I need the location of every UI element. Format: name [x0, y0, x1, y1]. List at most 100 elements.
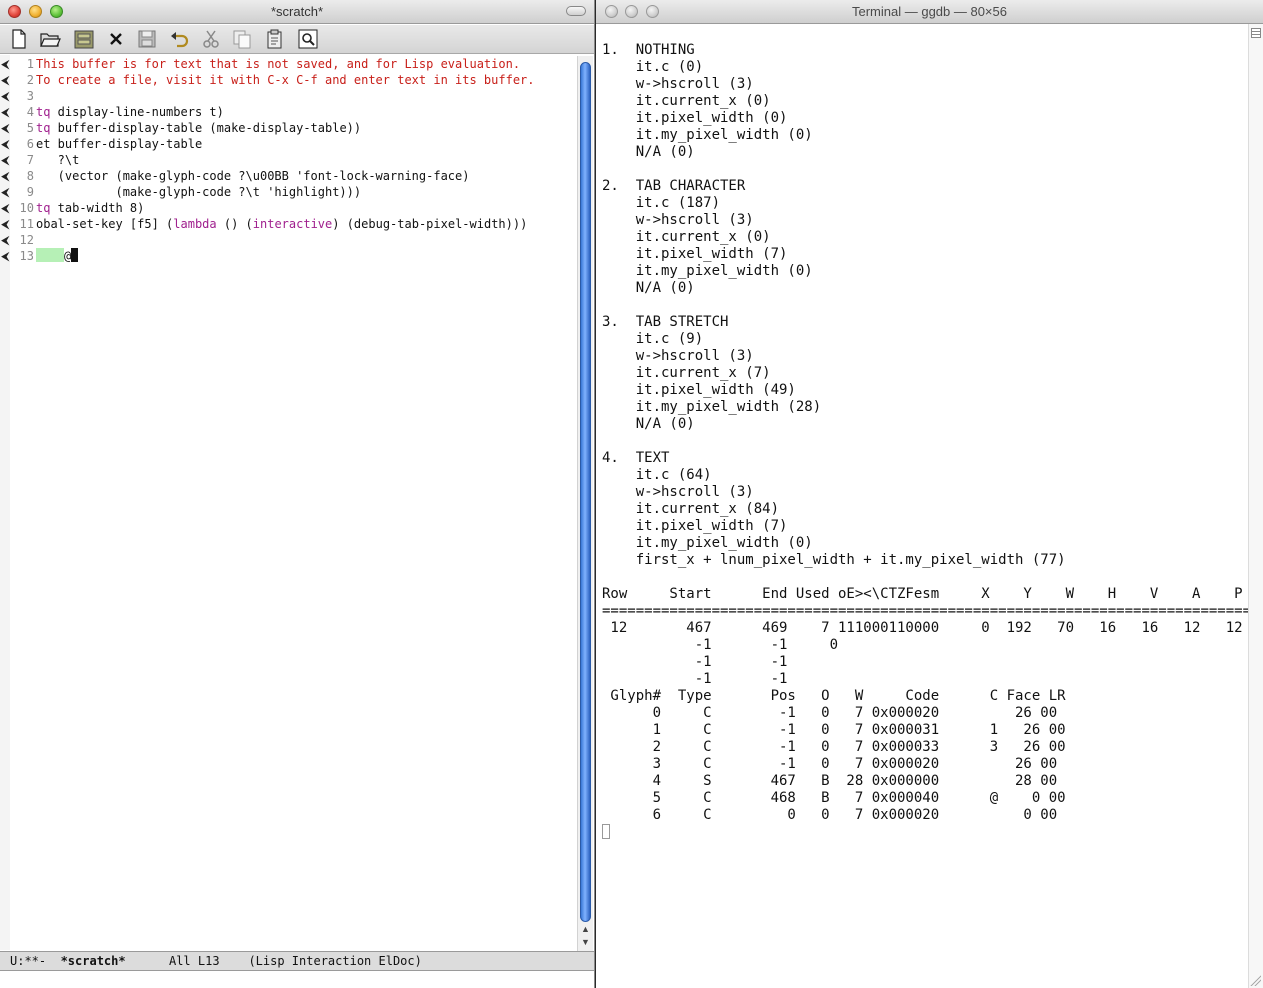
terminal-line: 2. TAB CHARACTER — [602, 178, 746, 194]
new-file-button[interactable] — [6, 27, 32, 51]
minibuffer[interactable] — [0, 972, 594, 988]
terminal-line: it.pixel_width (49) — [602, 382, 796, 398]
scroll-down-arrow-icon[interactable]: ▼ — [581, 937, 590, 947]
search-button[interactable] — [295, 27, 321, 51]
terminal-line: it.c (0) — [602, 59, 704, 75]
terminal-line: it.current_x (0) — [602, 93, 771, 109]
continuation-arrow-icon: ⮜ — [1, 137, 10, 151]
terminal-cursor — [602, 824, 610, 839]
buffer-line[interactable]: 4 tq display-line-numbers t) — [10, 104, 575, 120]
buffer-line[interactable]: 5 tq buffer-display-table (make-display-t… — [10, 120, 575, 136]
editor-buffer[interactable]: 1 This buffer is for text that is not sav… — [10, 56, 575, 948]
terminal-line: it.my_pixel_width (0) — [602, 263, 813, 279]
cut-icon — [203, 30, 219, 48]
open-file-button[interactable] — [37, 27, 63, 51]
terminal-prompt-line[interactable] — [602, 824, 1242, 841]
buffer-line[interactable]: 9 (make-glyph-code ?\t 'highlight))) — [10, 184, 575, 200]
buffer-line[interactable]: 8 (vector (make-glyph-code ?\u00BB 'font… — [10, 168, 575, 184]
terminal-line: first_x + lnum_pixel_width + it.my_pixel… — [602, 552, 1066, 568]
line-number: 8 — [26, 169, 34, 183]
terminal-line: N/A (0) — [602, 280, 695, 296]
terminal-line: it.pixel_width (7) — [602, 518, 788, 534]
scrollbar-thumb[interactable] — [580, 62, 591, 922]
terminal-line: w->hscroll (3) — [602, 76, 754, 92]
save-button[interactable] — [134, 27, 160, 51]
buffer-line[interactable]: 13 @ — [10, 248, 575, 264]
terminal-line: it.my_pixel_width (28) — [602, 399, 822, 415]
terminal-line: it.current_x (7) — [602, 365, 771, 381]
buffer-line[interactable]: 7 ?\t — [10, 152, 575, 168]
line-number: 5 — [26, 121, 34, 135]
continuation-arrow-icon: ⮜ — [1, 89, 10, 103]
terminal-line: w->hscroll (3) — [602, 484, 754, 500]
terminal-line: it.c (9) — [602, 331, 704, 347]
terminal-scrollbar[interactable] — [1248, 24, 1263, 988]
continuation-arrow-icon: ⮜ — [1, 185, 10, 199]
terminal-line: 1 C -1 0 7 0x000031 1 26 00 — [602, 722, 1066, 738]
terminal-line: 0 C -1 0 7 0x000020 26 00 — [602, 705, 1058, 721]
continuation-arrow-icon: ⮜ — [1, 233, 10, 247]
terminal-output[interactable]: 1. NOTHING it.c (0) w->hscroll (3) it.cu… — [602, 42, 1259, 841]
terminal-line: Glyph# Type Pos O W Code C Face LR — [602, 688, 1066, 704]
terminal-line: 4. TEXT — [602, 450, 670, 466]
terminal-line: it.my_pixel_width (0) — [602, 535, 813, 551]
copy-icon — [233, 30, 251, 49]
terminal-line: 12 467 469 7 111000110000 0 192 70 16 16… — [602, 620, 1243, 636]
undo-icon — [171, 32, 189, 48]
buffer-line[interactable]: 10 tq tab-width 8) — [10, 200, 575, 216]
code-text: obal-set-key [f5] ( — [36, 217, 174, 231]
code-text: This buffer is for text that is not save… — [36, 57, 521, 71]
save-icon — [138, 30, 156, 48]
code-text: tq — [36, 105, 51, 119]
terminal-line: 3 C -1 0 7 0x000020 26 00 — [602, 756, 1058, 772]
buffer-line[interactable]: 2 To create a file, visit it with C-x C-f… — [10, 72, 575, 88]
continuation-arrow-icon: ⮜ — [1, 169, 10, 183]
editor-scrollbar[interactable]: ▲ ▼ — [577, 56, 593, 952]
kill-buffer-button[interactable] — [103, 27, 129, 51]
code-text: (vector (make-glyph-code ?\u00BB 'font-l… — [36, 169, 470, 183]
left-fringe: ⮜ ⮜ ⮜ ⮜ ⮜ ⮜ ⮜ ⮜ ⮜ ⮜ ⮜ ⮜ ⮜ — [0, 55, 10, 950]
modeline-modes[interactable]: (Lisp Interaction ElDoc) — [248, 954, 421, 968]
code-text: ?\t — [36, 153, 80, 167]
terminal-line: N/A (0) — [602, 416, 695, 432]
paste-button[interactable] — [262, 27, 288, 51]
terminal-titlebar: Terminal — ggdb — 80×56 — [596, 0, 1263, 24]
dired-button[interactable] — [71, 27, 97, 51]
terminal-line: Row Start End Used oE><\CTZFesm X Y W H … — [602, 586, 1243, 602]
cut-button[interactable] — [198, 27, 224, 51]
terminal-line: 1. NOTHING — [602, 42, 695, 58]
terminal-line: w->hscroll (3) — [602, 212, 754, 228]
copy-button[interactable] — [229, 27, 255, 51]
buffer-line[interactable]: 1 This buffer is for text that is not sav… — [10, 56, 575, 72]
mode-line: U:**- *scratch* All L13 (Lisp Interactio… — [0, 951, 594, 971]
terminal-window: Terminal — ggdb — 80×56 1. NOTHING it.c … — [596, 0, 1263, 988]
buffer-line[interactable]: 3 — [10, 88, 575, 104]
text-cursor — [71, 248, 79, 262]
terminal-line: it.c (64) — [602, 467, 712, 483]
resize-grip-icon[interactable] — [1249, 974, 1261, 986]
toolbar-toggle-button[interactable] — [566, 6, 586, 16]
line-number: 3 — [26, 89, 34, 103]
buffer-line[interactable]: 12 — [10, 232, 575, 248]
terminal-line: N/A (0) — [602, 144, 695, 160]
terminal-line: it.pixel_width (0) — [602, 110, 788, 126]
line-number: 7 — [26, 153, 34, 167]
scroll-up-arrow-icon[interactable]: ▲ — [581, 924, 590, 934]
terminal-line: 6 C 0 0 7 0x000020 0 00 — [602, 807, 1058, 823]
code-text: buffer-display-table (make-display-table… — [50, 121, 362, 135]
code-text: tq — [36, 121, 51, 135]
undo-button[interactable] — [166, 27, 192, 51]
open-folder-icon — [40, 33, 61, 47]
split-pane-icon[interactable] — [1251, 28, 1261, 38]
continuation-arrow-icon: ⮜ — [1, 201, 10, 215]
emacs-toolbar — [0, 25, 594, 54]
emacs-window-title: *scratch* — [270, 4, 324, 19]
modeline-status: U:**- — [10, 954, 47, 968]
continuation-arrow-icon: ⮜ — [1, 105, 10, 119]
modeline-buffer-name[interactable]: *scratch* — [61, 954, 126, 968]
code-text: () ( — [216, 217, 253, 231]
buffer-line[interactable]: 6 et buffer-display-table — [10, 136, 575, 152]
buffer-line[interactable]: 11 obal-set-key [f5] (lambda () (interact… — [10, 216, 575, 232]
line-number: 9 — [26, 185, 34, 199]
